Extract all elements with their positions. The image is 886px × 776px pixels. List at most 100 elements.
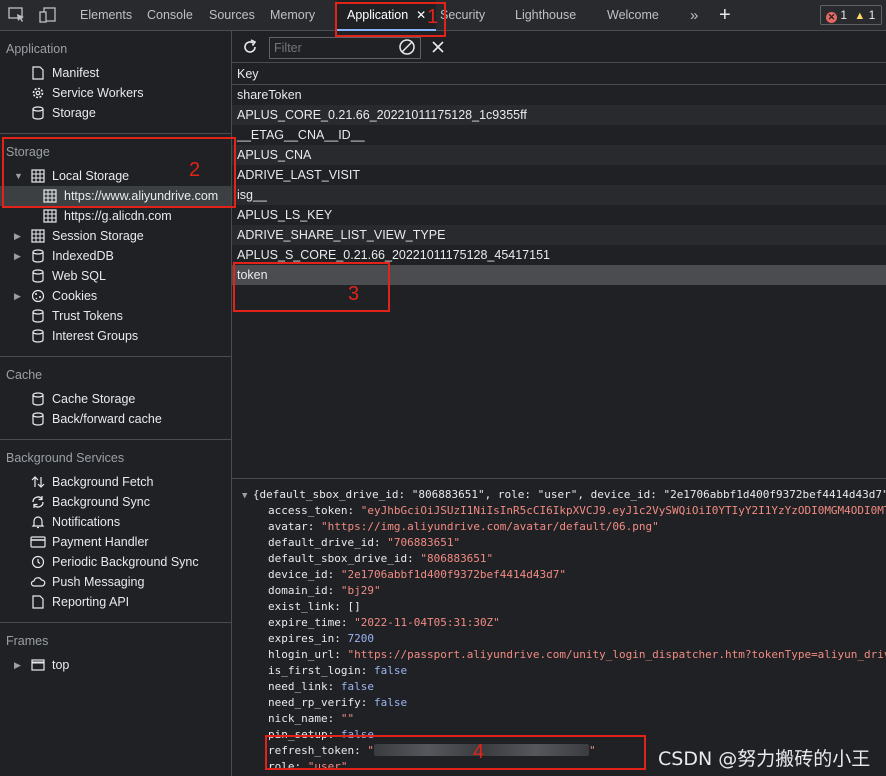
sidebar-item-indexeddb[interactable]: ▶ IndexedDB — [14, 246, 230, 266]
property-value: "" — [340, 712, 355, 725]
table-row[interactable]: ADRIVE_SHARE_LIST_VIEW_TYPE — [232, 225, 886, 245]
sidebar-item-label: Notifications — [52, 515, 121, 529]
clear-all-icon[interactable] — [398, 38, 416, 56]
table-row[interactable]: __ETAG__CNA__ID__ — [232, 125, 886, 145]
sidebar-item-reporting-api[interactable]: Reporting API — [30, 592, 230, 612]
collapsed-triangle-icon[interactable]: ▶ — [14, 286, 24, 306]
property-key: nick_name — [268, 712, 328, 725]
section-cache: Cache — [6, 368, 43, 382]
tab-welcome[interactable]: Welcome — [607, 0, 659, 31]
sidebar-item-bfcache[interactable]: Back/forward cache — [30, 409, 230, 429]
delete-selected-icon[interactable] — [430, 39, 446, 55]
sidebar-item-label: Web SQL — [52, 269, 106, 283]
property-value: false — [373, 664, 408, 677]
annotation-number: 1 — [427, 6, 439, 28]
storage-toolbar — [232, 31, 886, 63]
sidebar-item-background-sync[interactable]: Background Sync — [30, 492, 230, 512]
warning-icon: ▲ — [854, 10, 866, 22]
sidebar-item-label: Background Sync — [52, 495, 150, 509]
sync-icon — [32, 496, 44, 508]
table-row[interactable]: shareToken — [232, 85, 886, 105]
sidebar-item-label: Background Fetch — [52, 475, 154, 489]
sidebar-item-interest-groups[interactable]: Interest Groups — [14, 326, 230, 346]
error-icon: ✕ — [826, 12, 837, 23]
property-line: avatar: "https://img.aliyundrive.com/ava… — [268, 520, 659, 533]
annotation-box-2 — [2, 137, 236, 208]
clock-icon — [31, 555, 45, 569]
table-row[interactable]: APLUS_CORE_0.21.66_20221011175128_1c9355… — [232, 105, 886, 125]
property-line: need_link: false — [268, 680, 374, 693]
database-icon — [32, 309, 44, 323]
property-value: "2e1706abbf1d400f9372bef4414d43d7" — [340, 568, 567, 581]
expanded-triangle-icon[interactable]: ▼ — [242, 491, 253, 501]
table-row[interactable]: isg__ — [232, 185, 886, 205]
sidebar-item-label: Storage — [52, 106, 96, 120]
property-key: need_rp_verify — [268, 696, 361, 709]
tab-console[interactable]: Console — [147, 0, 193, 31]
credit-card-icon — [30, 536, 46, 548]
sidebar-item-frame-top[interactable]: ▶ top — [14, 655, 230, 675]
sidebar-item-push-messaging[interactable]: Push Messaging — [30, 572, 230, 592]
grid-icon — [43, 209, 57, 223]
issues-badge[interactable]: ✕ 1 ▲ 1 — [820, 5, 882, 25]
property-value: false — [340, 680, 374, 693]
tab-memory[interactable]: Memory — [270, 0, 315, 31]
sidebar-item-periodic-background-sync[interactable]: Periodic Background Sync — [30, 552, 230, 572]
object-summary[interactable]: ▼ {default_sbox_drive_id: "806883651", r… — [242, 487, 886, 503]
sidebar-item-trust-tokens[interactable]: Trust Tokens — [14, 306, 230, 326]
grid-icon — [31, 229, 45, 243]
sidebar-item-web-sql[interactable]: Web SQL — [14, 266, 230, 286]
property-key: hlogin_url — [268, 648, 335, 661]
frame-icon — [31, 659, 45, 671]
sidebar-item-background-fetch[interactable]: Background Fetch — [30, 472, 230, 492]
document-icon — [32, 66, 44, 80]
tab-lighthouse[interactable]: Lighthouse — [515, 0, 576, 31]
property-key: is_first_login — [268, 664, 361, 677]
sidebar-item-cookies[interactable]: ▶ Cookies — [14, 286, 230, 306]
property-line: access_token: "eyJhbGciOiJSUzI1NiIsInR5c… — [268, 503, 886, 519]
sidebar-item-notifications[interactable]: Notifications — [30, 512, 230, 532]
table-row[interactable]: APLUS_LS_KEY — [232, 205, 886, 225]
collapsed-triangle-icon[interactable]: ▶ — [14, 246, 24, 266]
sidebar-item-origin-alicdn[interactable]: https://g.alicdn.com — [0, 206, 231, 226]
tab-elements[interactable]: Elements — [80, 0, 132, 31]
collapsed-triangle-icon[interactable]: ▶ — [14, 226, 24, 246]
property-value: 7200 — [347, 632, 374, 645]
more-tabs-icon[interactable]: » — [690, 0, 698, 31]
sidebar-item-storage[interactable]: Storage — [30, 103, 230, 123]
property-key: expire_time — [268, 616, 341, 629]
tab-security[interactable]: Security — [440, 0, 485, 31]
sidebar-item-payment-handler[interactable]: Payment Handler — [30, 532, 230, 552]
column-header-key[interactable]: Key — [232, 63, 886, 85]
property-line: expire_time: "2022-11-04T05:31:30Z" — [268, 616, 500, 629]
tab-sources[interactable]: Sources — [209, 0, 255, 31]
object-summary-text: {default_sbox_drive_id: "806883651", rol… — [252, 488, 886, 501]
sidebar-item-label: https://g.alicdn.com — [64, 209, 172, 223]
table-row[interactable]: APLUS_CNA — [232, 145, 886, 165]
annotation-number: 4 — [473, 741, 485, 763]
sidebar-item-service-workers[interactable]: Service Workers — [30, 83, 230, 103]
property-value: "https://passport.aliyundrive.com/unity_… — [347, 648, 886, 661]
device-toolbar-icon[interactable] — [39, 7, 57, 23]
property-key: exist_link — [268, 600, 335, 613]
error-count: 1 — [840, 8, 848, 22]
document-icon — [32, 595, 44, 609]
divider — [0, 622, 231, 623]
property-value: "bj29" — [340, 584, 381, 597]
property-value: "eyJhbGciOiJSUzI1NiIsInR5cCI6IkpXVCJ9.ey… — [360, 504, 886, 517]
property-value: "706883651" — [387, 536, 461, 549]
section-application: Application — [6, 42, 68, 56]
sidebar-item-session-storage[interactable]: ▶ Session Storage — [14, 226, 230, 246]
sidebar-item-manifest[interactable]: Manifest — [30, 63, 230, 83]
add-tab-icon[interactable]: + — [719, 0, 731, 31]
table-row[interactable]: ADRIVE_LAST_VISIT — [232, 165, 886, 185]
refresh-icon[interactable] — [241, 38, 259, 56]
property-key: access_token — [268, 504, 348, 517]
sidebar-item-label: Payment Handler — [52, 535, 149, 549]
annotation-box-3 — [233, 262, 390, 312]
section-background-services: Background Services — [6, 451, 125, 465]
sidebar-item-cache-storage[interactable]: Cache Storage — [30, 389, 230, 409]
database-icon — [32, 106, 44, 120]
collapsed-triangle-icon[interactable]: ▶ — [14, 655, 24, 675]
inspect-element-icon[interactable] — [8, 7, 26, 23]
